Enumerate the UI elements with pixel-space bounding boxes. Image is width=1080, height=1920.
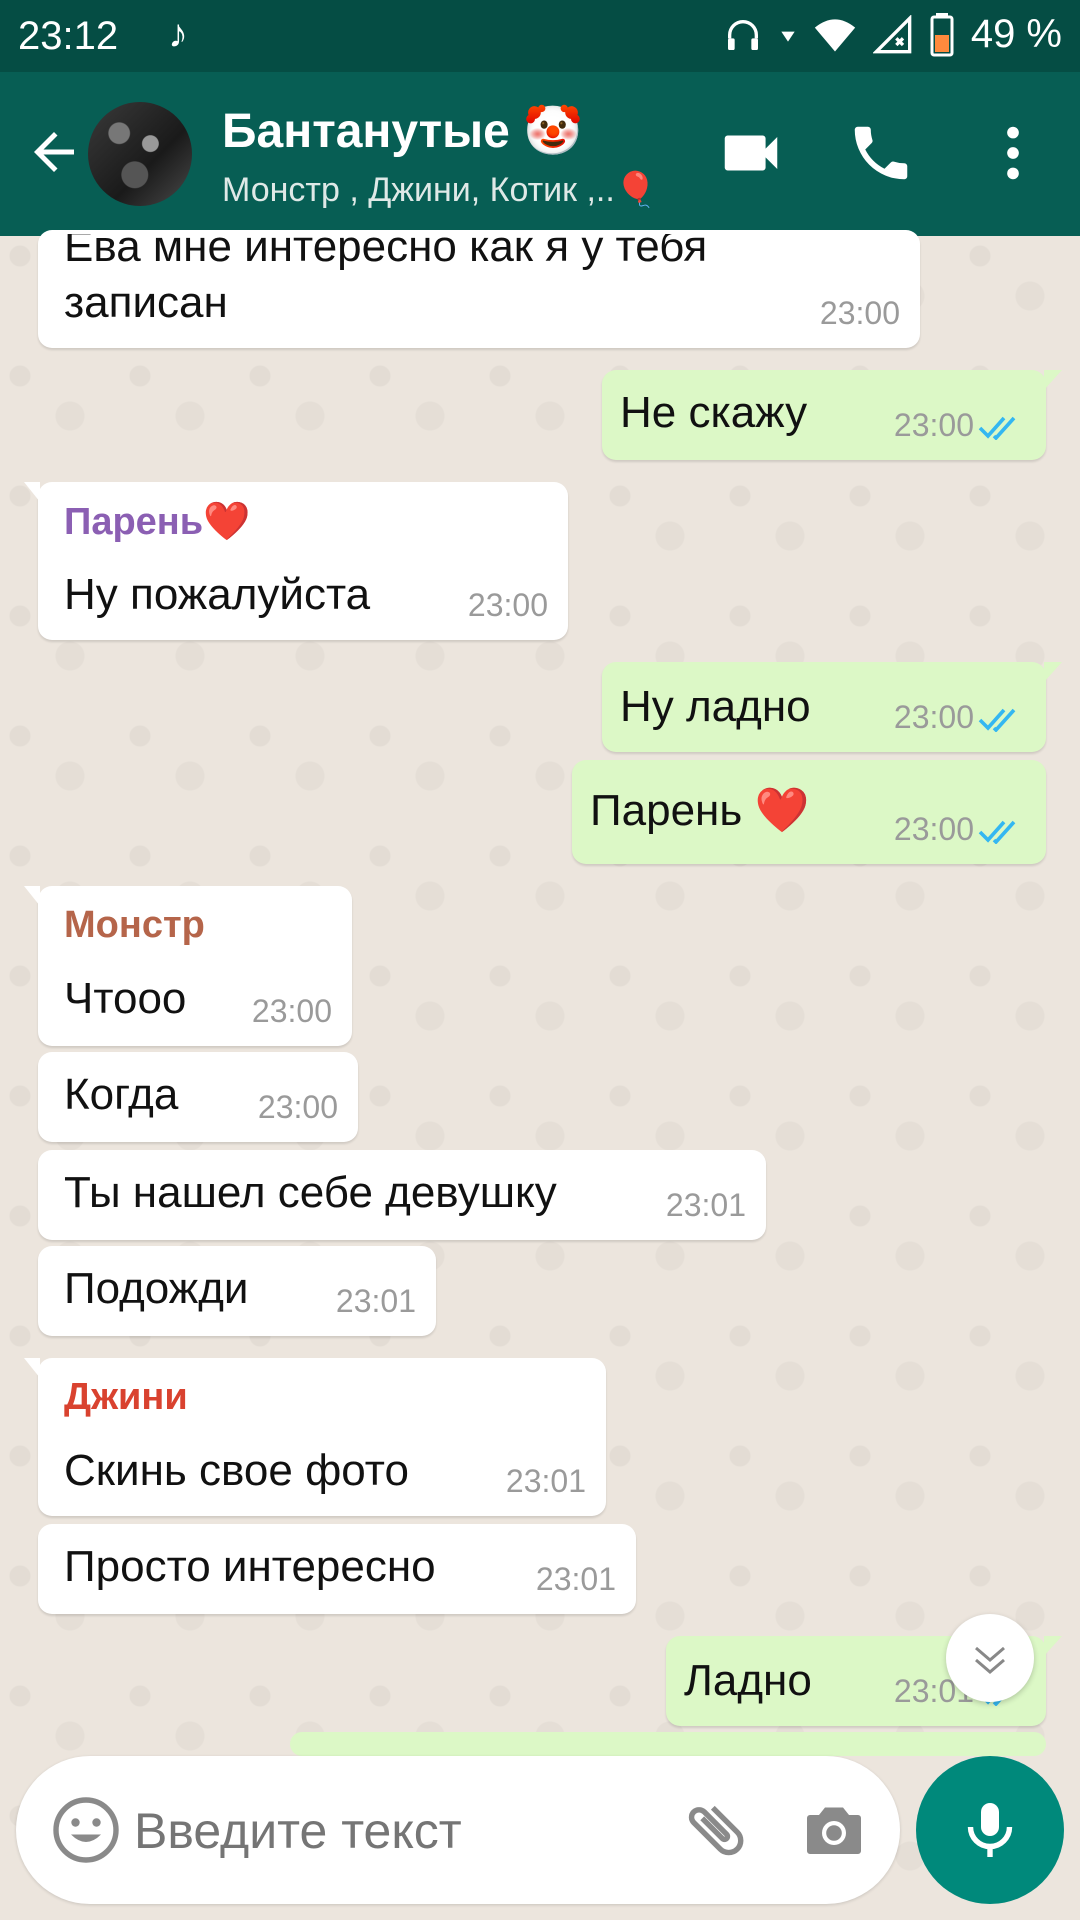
- headphones-icon: [727, 19, 758, 50]
- message-bubble-outgoing-partial: [290, 1732, 1046, 1756]
- attach-paperclip-icon[interactable]: [680, 1794, 752, 1866]
- message-text: Ева мне интересно как я у тебя: [64, 222, 708, 271]
- message-bubble-incoming[interactable]: Монстр Чтооо 23:00: [24, 886, 352, 1046]
- back-arrow-icon[interactable]: [24, 122, 84, 182]
- message-bubble-incoming[interactable]: Ты нашел себе девушку 23:01: [38, 1150, 766, 1240]
- message-text: Ну пожалуйста: [64, 570, 371, 619]
- message-bubble-outgoing[interactable]: Не скажу 23:00: [602, 370, 1062, 460]
- status-icons: 49 %: [723, 12, 1062, 57]
- message-bubble-outgoing[interactable]: Ну ладно 23:00: [602, 662, 1062, 752]
- bubble-tail: [24, 482, 40, 502]
- message-time: 23:01: [665, 1187, 746, 1223]
- bubble-tail: [1044, 370, 1062, 390]
- phone-call-icon[interactable]: [846, 118, 916, 188]
- message-time: 23:01: [535, 1561, 616, 1597]
- message-bubble-incoming[interactable]: Джини Скинь свое фото 23:01: [24, 1358, 606, 1516]
- message-time: 23:00: [893, 699, 974, 735]
- message-input[interactable]: [132, 1792, 676, 1870]
- signal-icon: [872, 14, 912, 53]
- message-text: Ладно: [684, 1656, 812, 1705]
- chat-participants[interactable]: Монстр , Джини, Котик ,..🎈: [222, 170, 657, 210]
- group-avatar[interactable]: [88, 102, 192, 206]
- sender-name[interactable]: Парень❤️: [64, 500, 250, 544]
- battery-icon: [930, 12, 954, 56]
- scroll-to-bottom-button[interactable]: [946, 1614, 1034, 1702]
- chat-header: Бантанутые 🤡 Монстр , Джини, Котик ,..🎈: [0, 72, 1080, 236]
- sender-name[interactable]: Монстр: [64, 904, 205, 947]
- message-time: 23:00: [467, 587, 548, 623]
- more-options-icon[interactable]: [978, 118, 1048, 188]
- data-arrow-icon: [781, 31, 795, 42]
- music-note-icon: ♪: [168, 12, 188, 56]
- message-bubble-incoming[interactable]: Подожди 23:01: [38, 1246, 436, 1336]
- voice-record-button[interactable]: [916, 1756, 1064, 1904]
- double-chevron-down-icon: [975, 1646, 1005, 1674]
- message-text: Подожди: [64, 1264, 249, 1313]
- message-time: 23:00: [893, 811, 974, 847]
- message-text: Ну ладно: [620, 682, 811, 731]
- message-bubble-outgoing[interactable]: Парень ❤️ 23:00: [572, 760, 1046, 864]
- message-text: Ты нашел себе девушку: [64, 1168, 557, 1217]
- status-time: 23:12: [18, 14, 119, 58]
- status-bar: 23:12 ♪ 49 %: [0, 0, 1080, 72]
- read-receipt-icon: [978, 708, 1016, 732]
- message-composer: [16, 1756, 900, 1904]
- message-time: 23:00: [257, 1089, 338, 1125]
- message-text-continued: записан: [64, 278, 228, 327]
- message-time: 23:00: [819, 295, 900, 331]
- emoji-icon[interactable]: [50, 1794, 122, 1866]
- message-text: Просто интересно: [64, 1542, 436, 1591]
- message-bubble-incoming[interactable]: Просто интересно 23:01: [38, 1524, 636, 1614]
- microphone-icon: [967, 1803, 1013, 1857]
- bubble-tail: [24, 1358, 40, 1378]
- message-text: Чтооо: [64, 974, 187, 1023]
- message-time: 23:01: [335, 1283, 416, 1319]
- bubble-tail: [24, 886, 40, 906]
- message-time: 23:01: [505, 1463, 586, 1499]
- battery-percent: 49 %: [970, 12, 1062, 56]
- bubble-tail: [1044, 662, 1062, 682]
- video-call-icon[interactable]: [716, 118, 786, 188]
- read-receipt-icon: [978, 416, 1016, 440]
- wifi-icon: [814, 18, 855, 52]
- message-text: Когда: [64, 1070, 179, 1119]
- message-text: Скинь свое фото: [64, 1446, 409, 1495]
- message-time: 23:00: [893, 407, 974, 443]
- message-bubble-incoming[interactable]: Ева мне интересно как я у тебя записан 2…: [38, 230, 920, 348]
- read-receipt-icon: [978, 820, 1016, 844]
- message-text: Парень ❤️: [590, 786, 810, 835]
- message-bubble-incoming[interactable]: Парень❤️ Ну пожалуйста 23:00: [24, 482, 568, 640]
- chat-title[interactable]: Бантанутые 🤡: [222, 102, 583, 159]
- sender-name[interactable]: Джини: [64, 1376, 188, 1419]
- bubble-tail: [1044, 1636, 1062, 1656]
- message-time: 23:00: [251, 993, 332, 1029]
- message-text: Не скажу: [620, 388, 808, 437]
- message-bubble-incoming[interactable]: Когда 23:00: [38, 1052, 358, 1142]
- camera-icon[interactable]: [798, 1794, 870, 1866]
